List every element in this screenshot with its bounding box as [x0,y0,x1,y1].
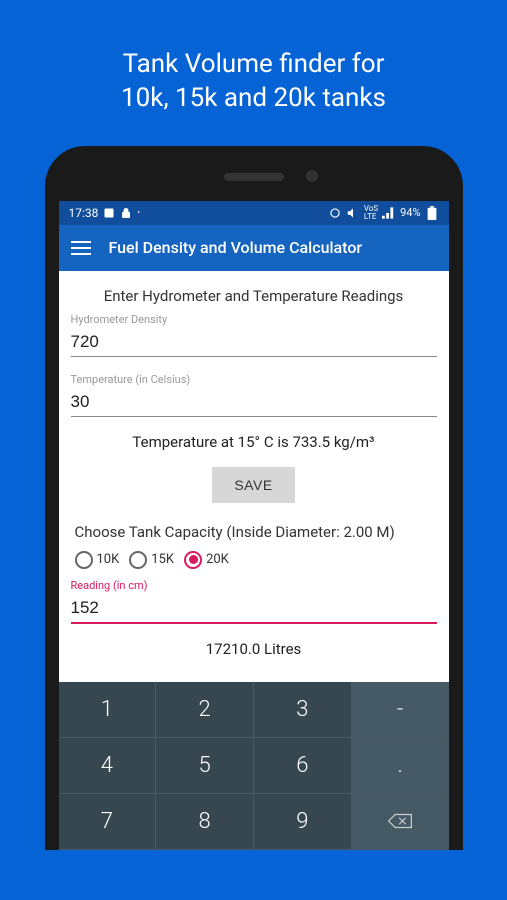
status-dot: • [137,208,140,217]
status-bar: 17:38 • VoSLTE 94% [59,201,449,225]
volume-result: 17210.0 Litres [71,640,437,658]
key-3[interactable]: 3 [254,682,352,738]
network-label: VoSLTE [364,205,378,221]
key-8[interactable]: 8 [156,794,254,850]
key-1[interactable]: 1 [59,682,157,738]
density-label: Hydrometer Density [71,313,437,326]
backspace-icon [387,812,413,830]
key-6[interactable]: 6 [254,738,352,794]
key-9[interactable]: 9 [254,794,352,850]
key-backspace[interactable] [352,794,449,850]
key-dot[interactable]: . [352,738,449,794]
density-input[interactable] [71,328,437,357]
section1-title: Enter Hydrometer and Temperature Reading… [71,287,437,305]
temperature-label: Temperature (in Celsius) [71,373,437,386]
phone-frame: 17:38 • VoSLTE 94% Fuel Density and Volu… [45,146,463,850]
lock-icon [120,207,132,219]
radio-10k[interactable]: 10K [75,551,120,569]
section2-title: Choose Tank Capacity (Inside Diameter: 2… [71,523,437,541]
key-minus[interactable]: - [352,682,449,738]
radio-circle-selected-icon [184,551,202,569]
phone-earpiece [224,173,284,181]
mute-icon [346,206,360,220]
radio-20k[interactable]: 20K [184,551,229,569]
density-result: Temperature at 15° C is 733.5 kg/m³ [71,433,437,451]
signal-icon [382,206,396,220]
image-icon [103,207,115,219]
temperature-input[interactable] [71,388,437,417]
alarm-icon [328,206,342,220]
phone-camera [306,170,318,182]
key-4[interactable]: 4 [59,738,157,794]
promo-title: Tank Volume finder for 10k, 15k and 20k … [0,0,507,146]
numeric-keyboard: 1 2 3 - 4 5 6 . 7 8 9 [59,682,449,850]
status-battery: 94% [400,206,420,219]
key-2[interactable]: 2 [156,682,254,738]
app-title: Fuel Density and Volume Calculator [109,238,363,257]
app-bar: Fuel Density and Volume Calculator [59,225,449,271]
reading-input[interactable] [71,594,437,624]
content-area: Enter Hydrometer and Temperature Reading… [59,271,449,682]
key-7[interactable]: 7 [59,794,157,850]
status-time: 17:38 [69,206,99,220]
radio-15k[interactable]: 15K [129,551,174,569]
key-5[interactable]: 5 [156,738,254,794]
menu-icon[interactable] [71,241,91,255]
radio-circle-icon [129,551,147,569]
radio-circle-icon [75,551,93,569]
battery-icon [425,206,439,220]
reading-label: Reading (in cm) [71,579,437,592]
tank-capacity-radios: 10K 15K 20K [71,551,437,569]
save-button-1[interactable]: SAVE [212,467,294,503]
